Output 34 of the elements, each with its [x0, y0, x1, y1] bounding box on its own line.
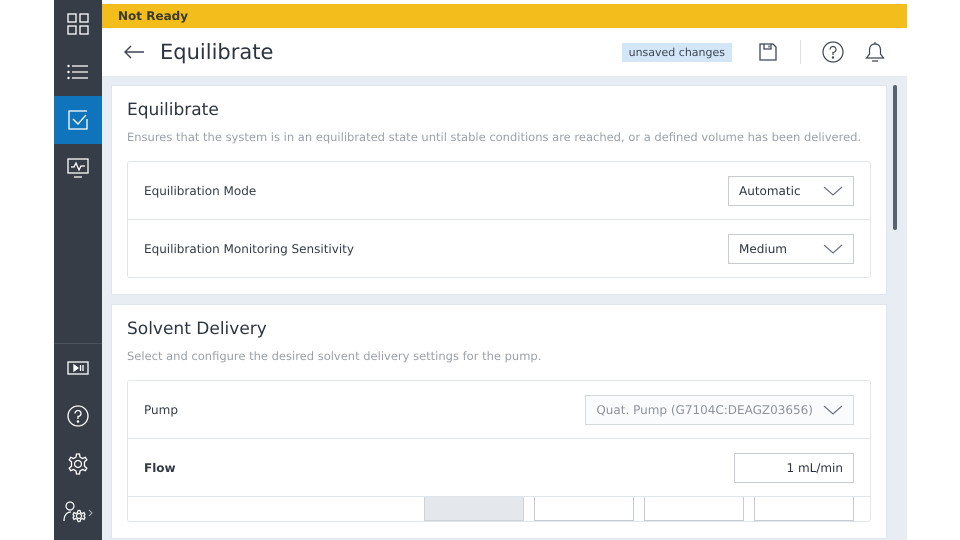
input-field[interactable] [754, 497, 854, 521]
dropdown[interactable]: Medium [728, 234, 854, 264]
back-arrow-icon [123, 45, 145, 59]
unsaved-badge: unsaved changes [622, 42, 732, 62]
play-pause-icon [67, 361, 89, 375]
checkbox-icon [68, 110, 88, 130]
input-field[interactable]: 1 mL/min [734, 452, 854, 482]
setting-label: Flow [144, 460, 177, 474]
setting-label: Equilibration Mode [144, 184, 258, 198]
setting-label: Pump [144, 402, 179, 416]
section-description: Select and configure the desired solvent delivery settings for the pump. [127, 348, 542, 365]
save-icon [759, 43, 777, 61]
input-field[interactable] [644, 497, 744, 521]
setting-label: Equilibration Monitoring Sensitivity [144, 242, 355, 256]
section-title: Equilibrate [127, 100, 220, 120]
scrollbar-thumb[interactable] [893, 85, 897, 230]
help-icon [67, 405, 89, 427]
chevron-down-icon [823, 404, 843, 414]
user-settings-icon [63, 501, 93, 523]
input-field[interactable] [534, 497, 634, 521]
page-title: Equilibrate [160, 40, 274, 64]
monitor-icon [67, 158, 89, 178]
status-bar: Not Ready [102, 4, 907, 28]
help-icon [822, 41, 844, 63]
settings-icon [67, 453, 89, 475]
list-icon [67, 64, 89, 80]
sidebar-item[interactable] [54, 96, 102, 144]
section-title: Solvent Delivery [127, 319, 268, 339]
bell-icon [865, 41, 885, 63]
dropdown[interactable]: Automatic [728, 176, 854, 206]
chevron-down-icon [823, 186, 843, 196]
chevron-down-icon [823, 244, 843, 254]
grid-icon [67, 13, 89, 35]
section-description: Ensures that the system is in an equilibrated state until stable conditions are reached, or a defined volume has been delivered. [127, 129, 862, 146]
